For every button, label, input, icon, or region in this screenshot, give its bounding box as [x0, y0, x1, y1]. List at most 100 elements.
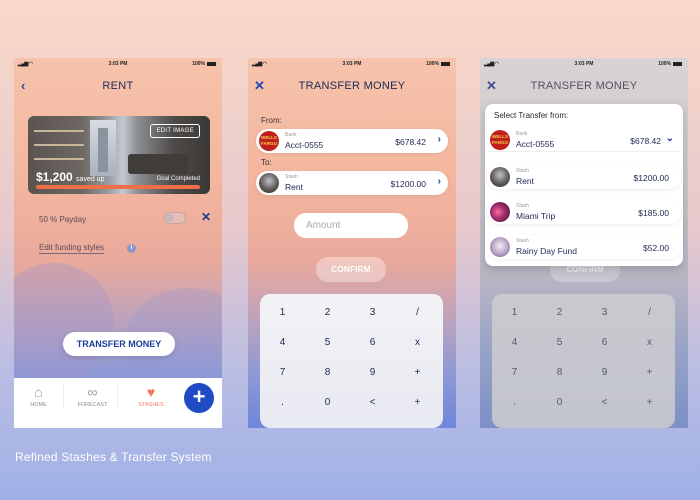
edit-image-button[interactable]: EDIT IMAGE: [150, 124, 200, 138]
battery-indicator: 100%: [426, 61, 450, 67]
key-divide[interactable]: /: [395, 302, 440, 324]
key-plus[interactable]: +: [395, 392, 440, 414]
confirm-button[interactable]: CONFIRM: [316, 257, 386, 282]
battery-level: 100%: [426, 61, 439, 67]
page-title: TRANSFER MONEY: [530, 80, 638, 92]
key-plus[interactable]: +: [627, 392, 672, 414]
info-icon[interactable]: i: [127, 244, 136, 253]
key-2[interactable]: 2: [537, 302, 582, 324]
account-name: Miami Trip: [516, 211, 556, 221]
to-account-selector[interactable]: Stash Rent $1200.00 ›: [256, 171, 448, 195]
key-divide[interactable]: /: [627, 302, 672, 324]
payday-toggle[interactable]: [164, 212, 186, 224]
key-0[interactable]: 0: [537, 392, 582, 414]
key-3[interactable]: 3: [582, 302, 627, 324]
to-label: To:: [261, 158, 272, 167]
goal-status: Goal Completed: [156, 176, 200, 182]
key-4[interactable]: 4: [492, 332, 537, 354]
source-option-acct-0555[interactable]: WELLS FARGO Bank Acct-0555 $678.42 ⌄: [487, 128, 681, 152]
rent-stash-thumbnail: [490, 167, 510, 187]
rainy-day-stash-thumbnail: [490, 237, 510, 257]
key-1[interactable]: 1: [492, 302, 537, 324]
account-balance: $1200.00: [633, 173, 669, 183]
payday-label: 50 % Payday: [39, 215, 87, 224]
account-type: Stash: [516, 238, 529, 244]
key-decimal[interactable]: .: [260, 392, 305, 414]
account-balance: $52.00: [643, 243, 669, 253]
account-name: Rainy Day Fund: [516, 246, 577, 256]
nav-bar: ✕ TRANSFER MONEY: [480, 78, 688, 94]
tab-forecast[interactable]: ∞ FORECAST: [68, 384, 118, 408]
key-8[interactable]: 8: [537, 362, 582, 384]
piggy-bank-icon: ♥: [146, 384, 156, 400]
shelf-decoration: [34, 144, 84, 146]
account-balance: $678.42: [630, 136, 661, 146]
transfer-select-screen: ▂▄▆ ◠ 3:03 PM 100% ✕ TRANSFER MONEY CONF…: [480, 58, 688, 428]
tab-stashes[interactable]: ♥ STASHES: [126, 384, 176, 408]
number-keypad: 1 2 3 / 4 5 6 x 7 8 9 + . 0 < +: [492, 294, 675, 428]
source-option-miami-trip[interactable]: Stash Miami Trip $185.00: [487, 200, 681, 224]
source-option-rent[interactable]: Stash Rent $1200.00: [487, 165, 681, 189]
stash-cover-card: EDIT IMAGE $1,200 saved up Goal Complete…: [28, 116, 210, 194]
add-stash-button[interactable]: +: [184, 383, 214, 413]
account-name: Rent: [285, 182, 303, 192]
key-plus[interactable]: +: [627, 362, 672, 384]
account-type: Bank: [285, 132, 297, 138]
status-bar: ▂▄▆ ◠ 3:03 PM 100%: [14, 58, 222, 70]
key-backspace[interactable]: <: [350, 392, 395, 414]
sofa-decoration: [128, 154, 188, 174]
key-7[interactable]: 7: [492, 362, 537, 384]
key-2[interactable]: 2: [305, 302, 350, 324]
account-type: Stash: [516, 168, 529, 174]
account-balance: $1200.00: [390, 179, 426, 189]
battery-indicator: 100%: [192, 61, 216, 67]
tab-label: STASHES: [138, 402, 164, 408]
chevron-down-icon: ⌄: [665, 133, 674, 144]
key-9[interactable]: 9: [582, 362, 627, 384]
status-bar: ▂▄▆ ◠ 3:03 PM 100%: [248, 58, 456, 70]
saved-label: saved up: [76, 176, 105, 183]
from-account-selector[interactable]: WELLS FARGO Bank Acct-0555 $678.42 ›: [256, 129, 448, 153]
remove-icon[interactable]: ✕: [201, 210, 211, 224]
wells-fargo-logo: WELLS FARGO: [259, 131, 279, 151]
battery-icon: [207, 61, 216, 66]
source-option-rainy-day-fund[interactable]: Stash Rainy Day Fund $52.00: [487, 235, 681, 259]
key-multiply[interactable]: x: [627, 332, 672, 354]
key-decimal[interactable]: .: [492, 392, 537, 414]
key-backspace[interactable]: <: [582, 392, 627, 414]
status-time: 3:03 PM: [574, 61, 594, 67]
page-title: TRANSFER MONEY: [298, 80, 406, 92]
wells-fargo-logo: WELLS FARGO: [490, 130, 510, 150]
tab-home[interactable]: ⌂ HOME: [14, 384, 64, 408]
nav-bar: ‹ RENT: [14, 78, 222, 94]
popup-title: Select Transfer from:: [494, 111, 569, 120]
key-5[interactable]: 5: [305, 332, 350, 354]
binoculars-icon: ∞: [87, 384, 98, 400]
tab-label: FORECAST: [77, 402, 108, 408]
battery-level: 100%: [192, 61, 205, 67]
account-type: Stash: [285, 174, 298, 180]
account-balance: $185.00: [638, 208, 669, 218]
key-4[interactable]: 4: [260, 332, 305, 354]
key-6[interactable]: 6: [350, 332, 395, 354]
transfer-screen: ▂▄▆ ◠ 3:03 PM 100% ✕ TRANSFER MONEY From…: [248, 58, 456, 428]
key-multiply[interactable]: x: [395, 332, 440, 354]
key-5[interactable]: 5: [537, 332, 582, 354]
from-label: From:: [261, 116, 282, 125]
key-8[interactable]: 8: [305, 362, 350, 384]
account-name: Acct-0555: [516, 139, 555, 149]
key-1[interactable]: 1: [260, 302, 305, 324]
plus-icon: +: [192, 384, 206, 409]
transfer-money-button[interactable]: TRANSFER MONEY: [63, 332, 175, 356]
key-3[interactable]: 3: [350, 302, 395, 324]
status-bar: ▂▄▆ ◠ 3:03 PM 100%: [480, 58, 688, 70]
key-6[interactable]: 6: [582, 332, 627, 354]
amount-input[interactable]: Amount: [294, 213, 408, 238]
edit-funding-link[interactable]: Edit funding styles: [39, 243, 104, 254]
key-0[interactable]: 0: [305, 392, 350, 414]
key-7[interactable]: 7: [260, 362, 305, 384]
status-time: 3:03 PM: [342, 61, 362, 67]
key-9[interactable]: 9: [350, 362, 395, 384]
key-plus[interactable]: +: [395, 362, 440, 384]
background-shape: [14, 263, 114, 383]
